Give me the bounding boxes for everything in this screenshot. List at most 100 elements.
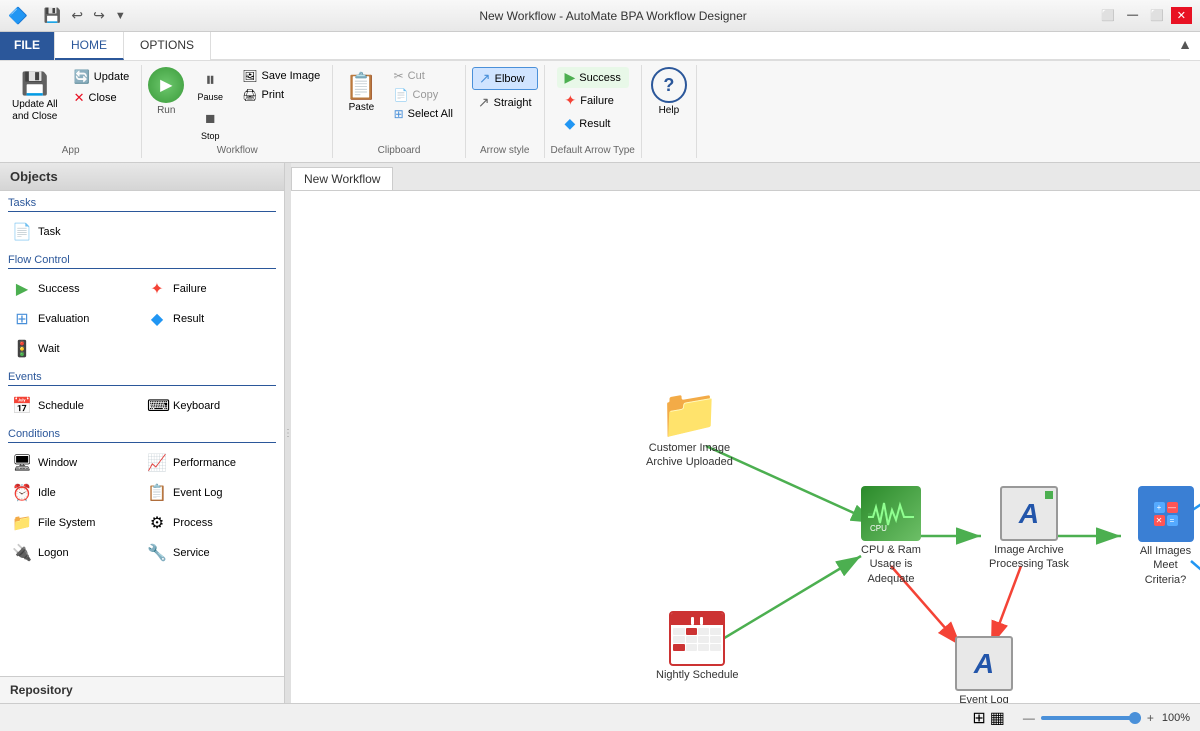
paste-button[interactable]: 📋 Paste	[339, 67, 383, 117]
node-schedule[interactable]: Nightly Schedule	[656, 611, 739, 682]
failure-arrow-button[interactable]: ✦ Failure	[557, 90, 629, 111]
elbow-button[interactable]: ↗ Elbow	[472, 67, 538, 90]
grid-view-icon[interactable]: ⊞	[972, 708, 985, 728]
service-item[interactable]: 🔧 Service	[143, 539, 276, 567]
tab-file[interactable]: FILE	[0, 32, 55, 60]
elbow-icon: ↗	[479, 70, 491, 87]
keyboard-item[interactable]: ⌨ Keyboard	[143, 392, 276, 420]
window-label: Window	[38, 457, 77, 469]
tab-options[interactable]: OPTIONS	[124, 32, 211, 60]
cut-button[interactable]: ✂ Cut	[388, 67, 459, 85]
eventlog-item[interactable]: 📋 Event Log	[143, 479, 276, 507]
wait-item[interactable]: 🚦 Wait	[8, 335, 141, 363]
window-item[interactable]: 🖥 Window	[8, 449, 141, 477]
process-label: Process	[173, 517, 213, 529]
schedule-item[interactable]: 📅 Schedule	[8, 392, 141, 420]
zoom-slider-container: — +	[1023, 711, 1154, 725]
zoom-out-icon[interactable]: —	[1023, 711, 1035, 725]
save-image-button[interactable]: 🖼 Save Image	[236, 67, 326, 85]
failure-label: Failure	[173, 283, 207, 295]
result-item[interactable]: ◆ Result	[143, 305, 276, 333]
main-area: Objects Tasks 📄 Task Flow Control ▶ Succ…	[0, 163, 1200, 703]
straight-button[interactable]: ↗ Straight	[472, 92, 538, 113]
quick-access-toolbar: 💾 ↩ ↪ ▼	[40, 5, 130, 26]
performance-item[interactable]: 📈 Performance	[143, 449, 276, 477]
update-all-close-button[interactable]: 💾 Update Alland Close	[6, 67, 64, 127]
canvas-body[interactable]: Yes No 📁 Customer ImageArchive Uploaded …	[291, 191, 1200, 703]
title-bar: 🔷 💾 ↩ ↪ ▼ New Workflow - AutoMate BPA Wo…	[0, 0, 1200, 32]
update-button[interactable]: 🔄 Update	[68, 67, 136, 87]
filesystem-item[interactable]: 📁 File System	[8, 509, 141, 537]
success-arrow-label: Success	[579, 72, 621, 84]
workflow-tools-col: 🖼 Save Image 🖨 Print	[236, 67, 326, 104]
objects-panel-title: Objects	[0, 163, 284, 191]
node-event-log[interactable]: A Event LogRecord Error Routine	[939, 636, 1029, 703]
all-images-label: All ImagesMeet Criteria?	[1131, 544, 1200, 587]
more-icon[interactable]: ▼	[111, 8, 130, 24]
node-cpu[interactable]: CPU CPU & RamUsage is Adequate	[846, 486, 936, 586]
restore-icon[interactable]: ⬜	[1096, 7, 1120, 24]
arrow-style-buttons: ↗ Elbow ↗ Straight	[472, 67, 538, 113]
tab-home[interactable]: HOME	[55, 32, 124, 60]
logon-item[interactable]: 🔌 Logon	[8, 539, 141, 567]
close-icon[interactable]: ✕	[1171, 7, 1192, 24]
success-arrow-button[interactable]: ▶ Success	[557, 67, 629, 88]
task-item[interactable]: 📄 Task	[8, 218, 141, 246]
zoom-slider[interactable]	[1041, 716, 1141, 720]
view-icons: ⊞ ▦	[972, 708, 1005, 728]
archive-icon: 📁	[660, 391, 720, 439]
idle-item[interactable]: ⏰ Idle	[8, 479, 141, 507]
straight-label: Straight	[494, 97, 532, 109]
window-controls: ⬜ — ⬜ ✕	[1096, 7, 1192, 24]
stop-button[interactable]: ⏹ Stop	[188, 106, 232, 143]
idle-icon: ⏰	[12, 483, 32, 503]
stop-icon: ⏹	[205, 108, 215, 131]
result-arrow-button[interactable]: ◆ Result	[557, 113, 629, 134]
failure-item[interactable]: ✦ Failure	[143, 275, 276, 303]
ribbon-collapse-btn[interactable]: ▲	[1170, 32, 1200, 60]
tasks-divider	[8, 211, 276, 212]
zoom-thumb	[1129, 712, 1141, 724]
copy-icon: 📄	[394, 88, 409, 102]
undo-icon[interactable]: ↩	[67, 5, 87, 26]
performance-label: Performance	[173, 457, 236, 469]
success-item[interactable]: ▶ Success	[8, 275, 141, 303]
node-image-task[interactable]: A Image ArchiveProcessing Task	[989, 486, 1069, 572]
conditions-section-header: Conditions	[0, 422, 284, 442]
keyboard-icon: ⌨	[147, 396, 167, 416]
evaluation-icon: ⊞	[12, 309, 32, 329]
evaluation-item[interactable]: ⊞ Evaluation	[8, 305, 141, 333]
flowcontrol-section-header: Flow Control	[0, 248, 284, 268]
copy-button[interactable]: 📄 Copy	[388, 86, 459, 104]
canvas-tab-bar: New Workflow	[291, 163, 1200, 191]
pause-button[interactable]: ⏸ Pause	[188, 67, 232, 104]
save-icon[interactable]: 💾	[40, 5, 65, 26]
image-task-icon: A	[1000, 486, 1058, 541]
close-button[interactable]: ✕ Close	[68, 88, 136, 108]
filesystem-icon: 📁	[12, 513, 32, 533]
select-all-button[interactable]: ⊞ Select All	[388, 105, 459, 123]
minimize-icon[interactable]: —	[1122, 7, 1143, 24]
save-image-icon: 🖼	[242, 69, 257, 83]
node-all-images[interactable]: + — ✕ = All ImagesMeet Criteria?	[1131, 486, 1200, 587]
update-icon: 🔄	[74, 69, 90, 85]
conditions-grid: 🖥 Window 📈 Performance ⏰ Idle 📋 Event Lo…	[0, 447, 284, 569]
success-label: Success	[38, 283, 80, 295]
canvas-area: New Workflow	[291, 163, 1200, 703]
help-button[interactable]: ?	[651, 67, 687, 103]
zoom-in-icon[interactable]: +	[1147, 711, 1154, 725]
node-archive[interactable]: 📁 Customer ImageArchive Uploaded	[646, 391, 733, 470]
redo-icon[interactable]: ↪	[89, 5, 109, 26]
cpu-icon: CPU	[861, 486, 921, 541]
failure-icon: ✦	[147, 279, 167, 299]
maximize-icon[interactable]: ⬜	[1145, 7, 1169, 24]
run-button[interactable]: ▶	[148, 67, 184, 103]
list-view-icon[interactable]: ▦	[990, 708, 1005, 728]
success-arrow-icon: ▶	[565, 69, 576, 86]
print-button[interactable]: 🖨 Print	[236, 86, 326, 104]
process-item[interactable]: ⚙ Process	[143, 509, 276, 537]
select-all-icon: ⊞	[394, 107, 404, 121]
update-label: Update	[94, 71, 129, 83]
flowcontrol-grid: ▶ Success ✦ Failure ⊞ Evaluation ◆ Resul…	[0, 273, 284, 365]
canvas-tab-new-workflow[interactable]: New Workflow	[291, 167, 393, 190]
